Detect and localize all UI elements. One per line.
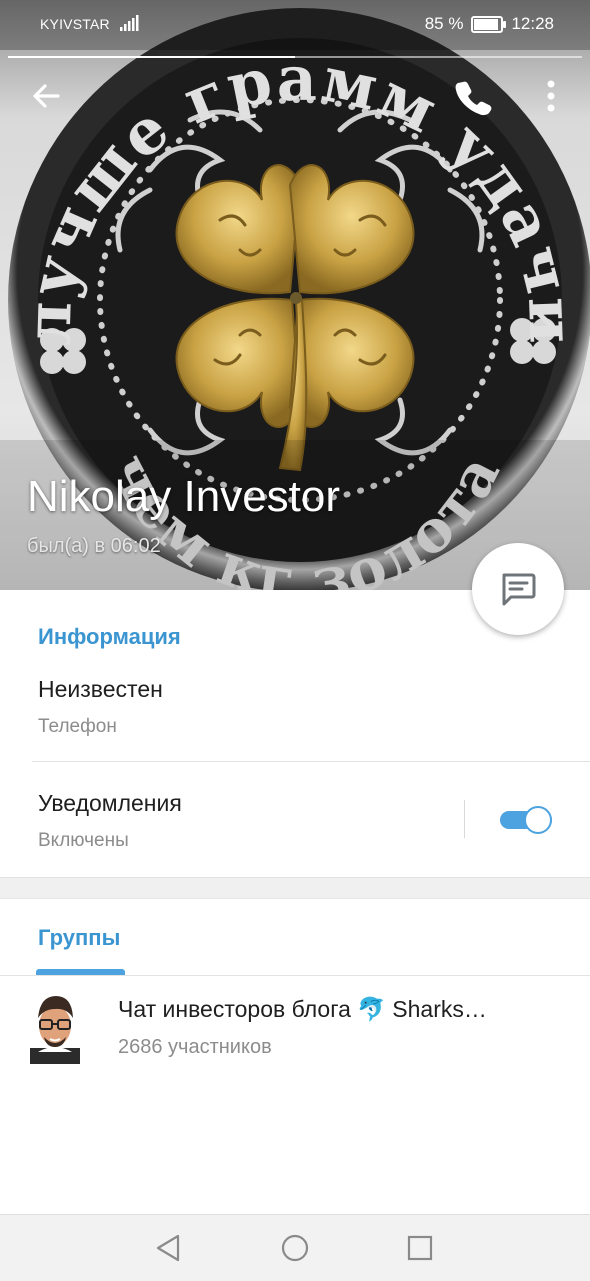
last-seen-status: был(а) в 06:02	[27, 535, 161, 558]
notifications-value: Включены	[38, 830, 129, 852]
group-members: 2686 участников	[118, 1036, 272, 1059]
more-vertical-icon[interactable]	[540, 78, 562, 114]
tab-groups[interactable]: Группы	[38, 925, 120, 951]
phone-icon[interactable]	[452, 76, 492, 116]
arrow-left-icon[interactable]	[28, 78, 64, 114]
signal-icon: 4G	[118, 13, 140, 33]
row-divider	[464, 800, 465, 838]
phone-label: Телефон	[38, 716, 117, 738]
clock: 12:28	[511, 14, 554, 34]
avatar	[26, 992, 84, 1064]
battery-percent: 85 %	[425, 14, 464, 34]
phone-value[interactable]: Неизвестен	[38, 676, 163, 703]
divider	[32, 761, 590, 762]
group-name: Чат инвесторов блога 🐬 Sharks…	[118, 996, 558, 1023]
section-gap	[0, 877, 590, 899]
triangle-back-icon[interactable]	[152, 1231, 186, 1265]
message-icon	[499, 571, 537, 607]
photo-progress-bar	[8, 56, 582, 58]
profile-name: Nikolay Investor	[27, 472, 340, 522]
notifications-label[interactable]: Уведомления	[38, 790, 182, 817]
notifications-toggle[interactable]	[498, 804, 556, 836]
status-bar: KYIVSTAR 4G 85 % 12:28	[0, 0, 590, 50]
battery-icon	[471, 16, 503, 33]
circle-home-icon[interactable]	[278, 1231, 312, 1265]
profile-header: лучше грамм удачи чем кг золота KYIVSTAR…	[0, 0, 590, 590]
send-message-button[interactable]	[472, 543, 564, 635]
square-recents-icon[interactable]	[403, 1231, 437, 1265]
tab-divider	[0, 975, 590, 976]
carrier-label: KYIVSTAR	[40, 16, 110, 32]
system-nav-bar	[0, 1214, 590, 1281]
info-section-title: Информация	[38, 624, 181, 650]
